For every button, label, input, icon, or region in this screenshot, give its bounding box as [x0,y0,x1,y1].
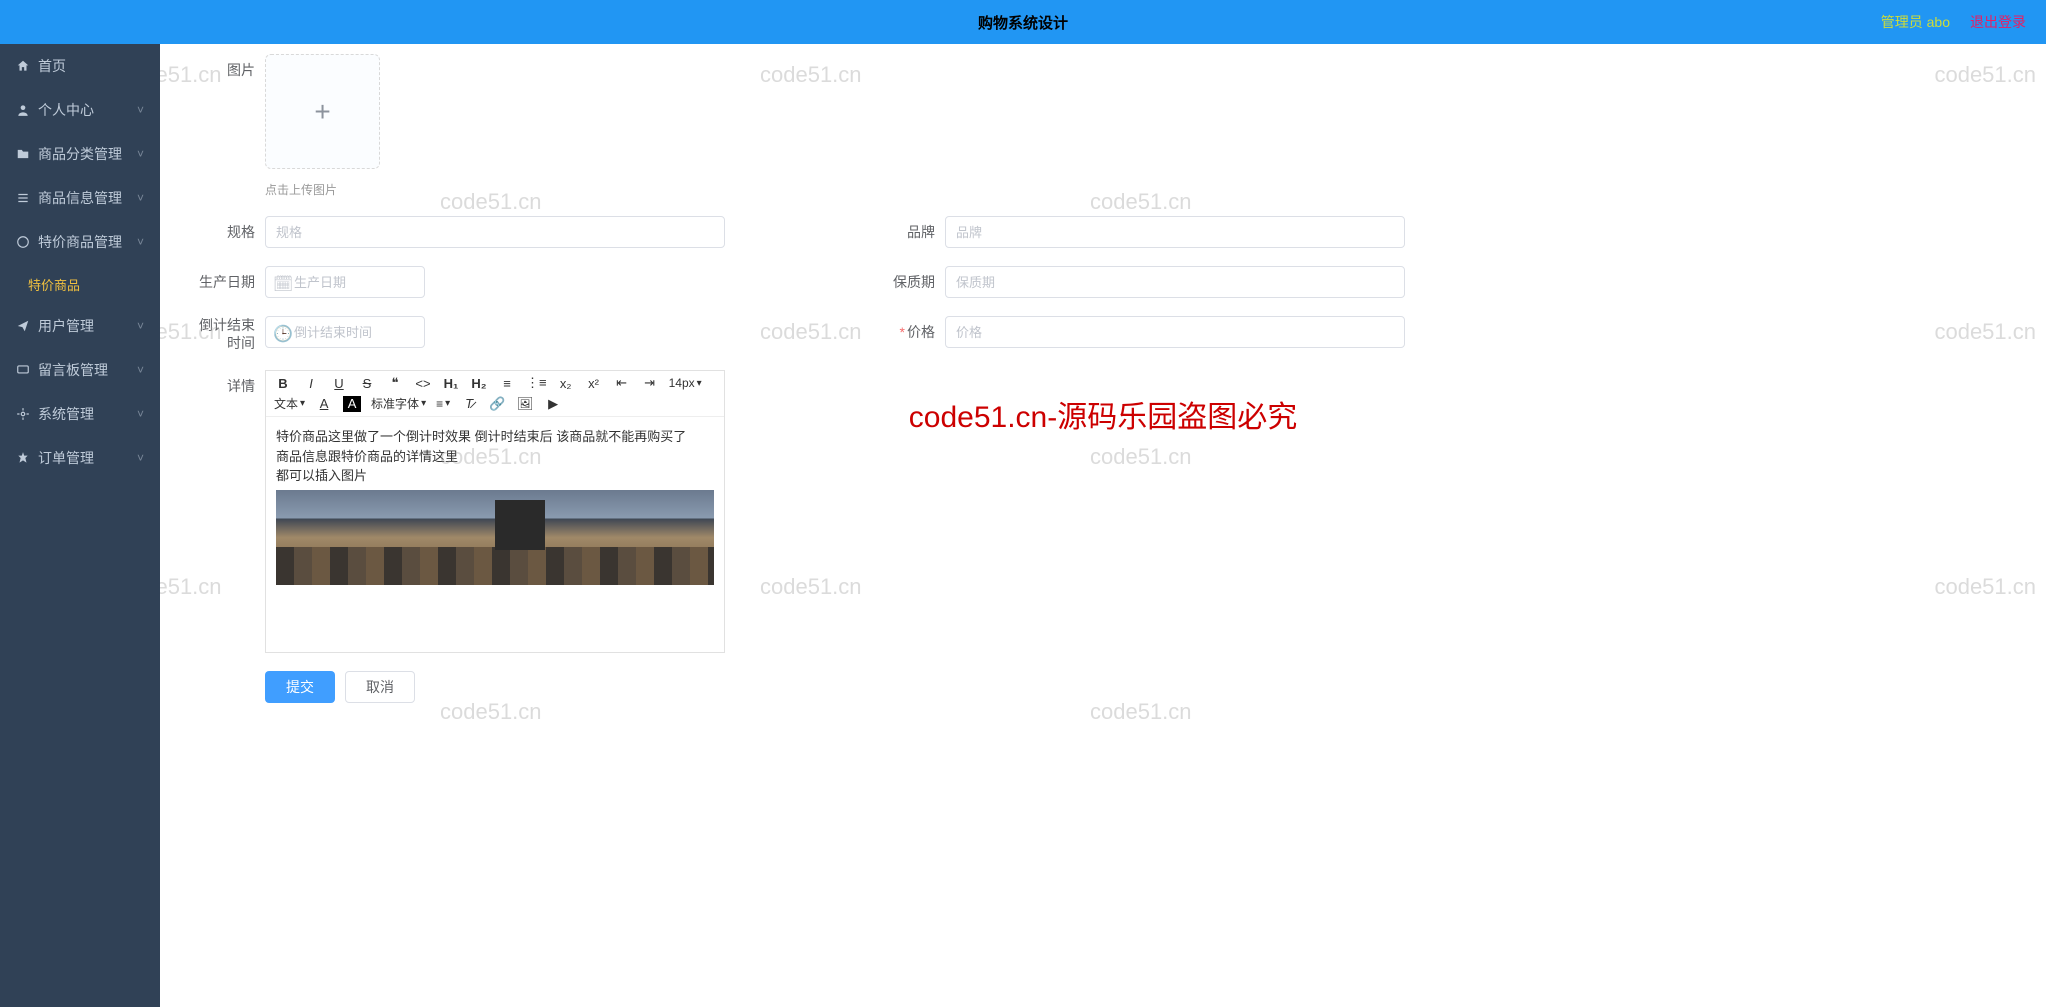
chevron-down-icon: ˅ [137,319,144,333]
sidebar-item-profile[interactable]: 个人中心 ˅ [0,88,160,132]
underline-icon[interactable]: U [330,376,348,391]
editor-line: 特价商品这里做了一个倒计时效果 倒计时结束后 该商品就不能再购买了 [276,427,714,447]
sidebar-item-product[interactable]: 商品信息管理 ˅ [0,176,160,220]
font-color-icon[interactable]: A [315,396,333,411]
form-actions: 提交 取消 [265,671,2016,703]
folder-icon [16,147,30,161]
form-content: 图片 + 点击上传图片 规格 品牌 生产日期 [160,44,2046,1007]
brand-label: 品牌 [870,216,945,248]
code-icon[interactable]: <> [414,376,432,391]
sidebar-item-category[interactable]: 商品分类管理 ˅ [0,132,160,176]
sidebar-item-system[interactable]: 系统管理 ˅ [0,392,160,436]
image-label: 图片 [190,54,265,86]
font-type-select[interactable]: 文本▾ [274,395,305,412]
subscript-icon[interactable]: x₂ [557,376,575,391]
plus-icon: + [314,96,330,128]
bg-color-icon[interactable]: A [343,396,361,412]
main-layout: 首页 个人中心 ˅ 商品分类管理 ˅ 商品信息管理 ˅ 特价商品管理 ˅ 特价商… [0,44,2046,1007]
brand-input[interactable] [945,216,1405,248]
user-icon [16,103,30,117]
rich-text-editor: B I U S ❝ <> H₁ H₂ ≡ ⋮≡ x₂ x² ⇤ [265,370,725,653]
countdown-label: 倒计结束时间 [190,316,265,352]
bold-icon[interactable]: B [274,376,292,391]
chevron-down-icon: ˅ [137,235,144,249]
admin-link[interactable]: 管理员 abo [1881,12,1950,32]
outdent-icon[interactable]: ⇥ [641,375,659,391]
h2-icon[interactable]: H₂ [470,376,488,391]
font-family-select[interactable]: 标准字体▾ [371,395,426,412]
price-input[interactable] [945,316,1405,348]
indent-icon[interactable]: ⇤ [613,375,631,391]
sidebar-item-label: 特价商品管理 [38,232,122,252]
chevron-down-icon: ˅ [137,147,144,161]
sidebar-item-orders[interactable]: 订单管理 ˅ [0,436,160,480]
ordered-list-icon[interactable]: ≡ [498,376,516,391]
spec-input[interactable] [265,216,725,248]
link-icon[interactable]: 🔗 [488,396,506,412]
shelf-label: 保质期 [870,266,945,298]
upload-hint: 点击上传图片 [265,181,380,198]
chevron-down-icon: ˅ [137,407,144,421]
header-right: 管理员 abo 退出登录 [1881,12,2026,32]
clock-icon: 🕒 [273,324,293,344]
sidebar-item-label: 商品信息管理 [38,188,122,208]
price-label: *价格 [870,316,945,348]
chevron-down-icon: ˅ [137,451,144,465]
h1-icon[interactable]: H₁ [442,376,460,391]
send-icon [16,319,30,333]
app-title: 购物系统设计 [978,12,1068,33]
upload-image-button[interactable]: + [265,54,380,169]
align-select[interactable]: ≡ ▾ [436,397,450,411]
chevron-down-icon: ˅ [137,191,144,205]
italic-icon[interactable]: I [302,376,320,391]
sidebar-item-label: 首页 [38,56,66,76]
editor-line: 都可以插入图片 [276,466,714,486]
font-size-select[interactable]: 14px▾ [669,376,702,390]
sidebar-item-special-sub[interactable]: 特价商品 [0,264,160,304]
sidebar-item-label: 系统管理 [38,404,94,424]
clear-format-icon[interactable]: T̷ [460,396,478,411]
sidebar-item-messages[interactable]: 留言板管理 ˅ [0,348,160,392]
message-icon [16,363,30,377]
sidebar-item-label: 个人中心 [38,100,94,120]
editor-toolbar: B I U S ❝ <> H₁ H₂ ≡ ⋮≡ x₂ x² ⇤ [266,371,724,417]
detail-label: 详情 [190,370,265,402]
unordered-list-icon[interactable]: ⋮≡ [526,375,547,391]
home-icon [16,59,30,73]
quote-icon[interactable]: ❝ [386,375,404,391]
sidebar-item-home[interactable]: 首页 [0,44,160,88]
app-header: 购物系统设计 管理员 abo 退出登录 [0,0,2046,44]
submit-button[interactable]: 提交 [265,671,335,703]
strike-icon[interactable]: S [358,376,376,391]
editor-line: 商品信息跟特价商品的详情这里 [276,447,714,467]
tag-icon [16,235,30,249]
spec-label: 规格 [190,216,265,248]
sidebar-item-label: 留言板管理 [38,360,108,380]
shelf-input[interactable] [945,266,1405,298]
superscript-icon[interactable]: x² [585,376,603,391]
sidebar-item-label: 订单管理 [38,448,94,468]
chevron-down-icon: ˅ [137,363,144,377]
sidebar-item-label: 特价商品 [28,275,80,294]
editor-body[interactable]: 特价商品这里做了一个倒计时效果 倒计时结束后 该商品就不能再购买了 商品信息跟特… [266,417,724,652]
calendar-icon: 🗓 [273,274,293,294]
prod-date-label: 生产日期 [190,266,265,298]
cancel-button[interactable]: 取消 [345,671,415,703]
logout-link[interactable]: 退出登录 [1970,12,2026,32]
video-icon[interactable]: ▶ [544,396,562,412]
sidebar-item-users[interactable]: 用户管理 ˅ [0,304,160,348]
image-icon[interactable]: 🖼 [516,396,534,412]
list-icon [16,191,30,205]
editor-inserted-image [276,490,714,585]
cart-icon [16,451,30,465]
chevron-down-icon: ˅ [137,103,144,117]
sidebar-item-label: 用户管理 [38,316,94,336]
sidebar: 首页 个人中心 ˅ 商品分类管理 ˅ 商品信息管理 ˅ 特价商品管理 ˅ 特价商… [0,44,160,1007]
sidebar-item-label: 商品分类管理 [38,144,122,164]
sidebar-item-special[interactable]: 特价商品管理 ˅ [0,220,160,264]
gear-icon [16,407,30,421]
